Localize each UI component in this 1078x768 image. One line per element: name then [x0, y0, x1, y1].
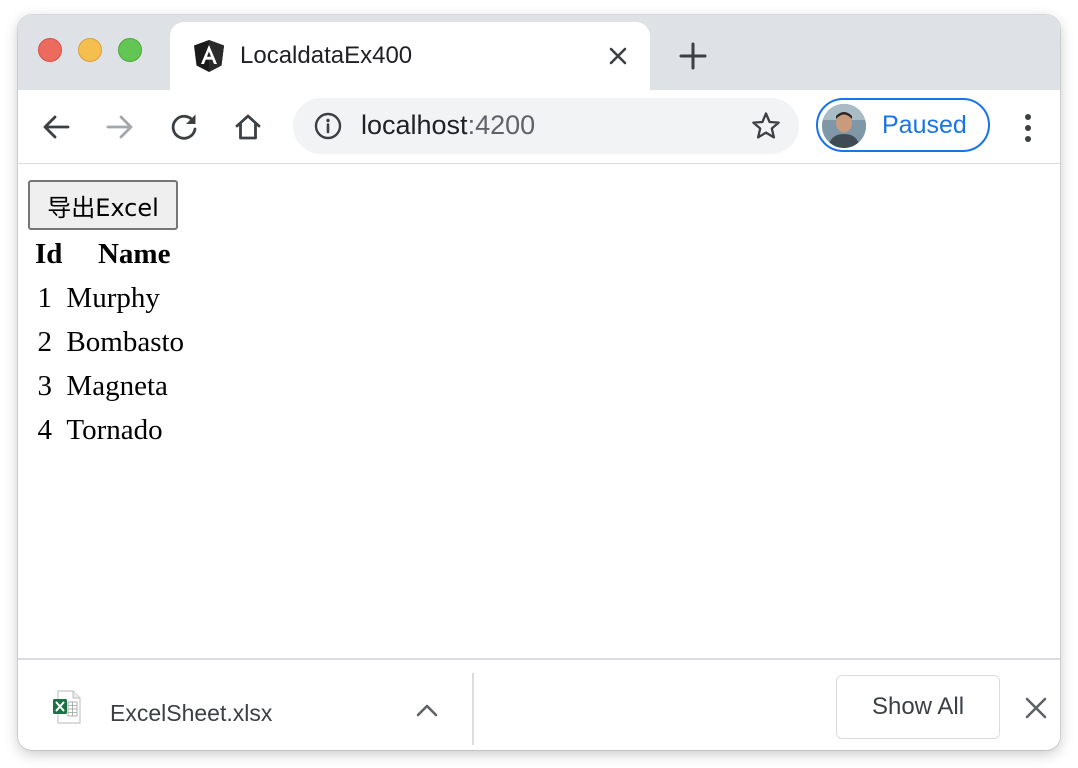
more-menu-icon[interactable]: [1014, 108, 1042, 148]
address-bar[interactable]: localhost:4200: [293, 98, 799, 154]
row-name: Bombasto: [66, 326, 185, 358]
profile-status-label: Paused: [882, 111, 967, 139]
row-id: 2: [37, 326, 52, 358]
table-row: 1 Murphy: [35, 276, 184, 320]
maximize-window-button[interactable]: [118, 38, 142, 62]
download-filename: ExcelSheet.xlsx: [110, 700, 273, 726]
home-icon[interactable]: [228, 108, 268, 146]
table-header-row: Id Name: [35, 232, 184, 276]
new-tab-plus-icon[interactable]: [676, 39, 710, 73]
tab-close-icon[interactable]: [604, 42, 632, 70]
tab-title: LocaldataEx400: [240, 42, 413, 69]
profile-button[interactable]: Paused: [816, 98, 990, 152]
table-row: 3 Magneta: [35, 364, 184, 408]
browser-window: LocaldataEx400 localhost:4200 Paused 导出E…: [18, 15, 1060, 750]
row-name: Tornado: [66, 414, 163, 446]
page-content: 导出Excel Id Name 1 Murphy 2 Bombasto 3 Ma…: [18, 164, 1060, 658]
download-shelf: ExcelSheet.xlsx Show All: [18, 658, 1060, 750]
tab-strip: LocaldataEx400: [18, 15, 1060, 90]
chevron-up-icon[interactable]: [412, 698, 442, 722]
table-row: 4 Tornado: [35, 408, 184, 452]
row-id: 1: [37, 282, 52, 314]
close-window-button[interactable]: [38, 38, 62, 62]
column-header-name: Name: [97, 238, 171, 270]
back-arrow-icon[interactable]: [36, 108, 76, 146]
url-text[interactable]: localhost:4200: [361, 110, 535, 141]
table-row: 2 Bombasto: [35, 320, 184, 364]
download-divider: [472, 673, 474, 745]
tab-localdataex400[interactable]: LocaldataEx400: [170, 22, 650, 90]
row-id: 4: [37, 414, 52, 446]
download-item[interactable]: ExcelSheet.xlsx: [18, 660, 472, 750]
row-id: 3: [37, 370, 52, 402]
reload-icon[interactable]: [164, 108, 204, 146]
export-excel-button[interactable]: 导出Excel: [28, 180, 178, 230]
row-name: Magneta: [66, 370, 168, 402]
excel-file-icon: [52, 690, 82, 724]
column-header-id: Id: [35, 238, 63, 270]
heroes-table: Id Name 1 Murphy 2 Bombasto 3 Magneta 4 …: [31, 232, 188, 452]
url-port: :4200: [467, 110, 536, 140]
bookmark-star-icon[interactable]: [751, 111, 781, 141]
browser-toolbar: localhost:4200 Paused: [18, 90, 1060, 164]
site-info-icon[interactable]: [314, 112, 342, 140]
minimize-window-button[interactable]: [78, 38, 102, 62]
forward-arrow-icon[interactable]: [100, 108, 140, 146]
close-shelf-icon[interactable]: [1022, 694, 1050, 722]
angular-icon: [192, 39, 226, 73]
url-host: localhost: [361, 110, 468, 140]
row-name: Murphy: [66, 282, 160, 314]
avatar: [822, 104, 866, 148]
show-all-button[interactable]: Show All: [836, 675, 1000, 739]
